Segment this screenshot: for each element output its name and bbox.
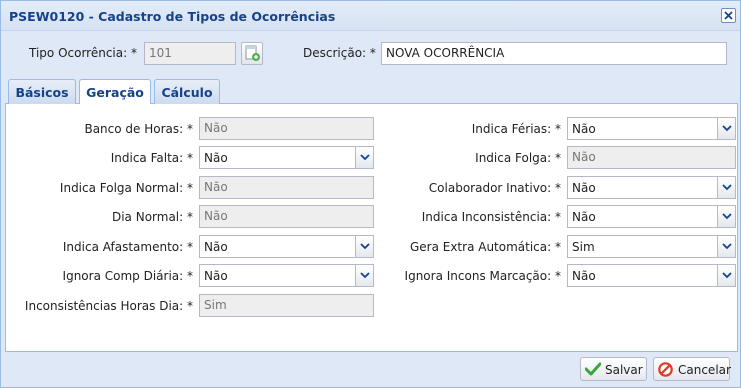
tab-strip: Básicos Geração Cálculo: [5, 77, 738, 105]
banco-de-horas-field[interactable]: Não: [199, 117, 374, 140]
indica-afastamento-value: Não: [204, 240, 228, 254]
dia-normal-label: Dia Normal: *: [111, 210, 193, 224]
dialog-footer: Salvar Cancelar: [1, 352, 740, 387]
colaborador-inativo-label: Colaborador Inativo: *: [428, 181, 561, 195]
colaborador-inativo-select[interactable]: Não: [567, 176, 736, 199]
header-fields: Tipo Ocorrência: * 101 Descrição: * NOVA…: [5, 32, 736, 76]
chevron-down-icon: [360, 243, 370, 250]
ignora-comp-diaria-label: Ignora Comp Diária: *: [62, 269, 193, 283]
dia-normal-field[interactable]: Não: [199, 205, 374, 228]
indica-falta-value: Não: [204, 151, 228, 165]
cancel-button[interactable]: Cancelar: [653, 357, 731, 381]
indica-inconsistencia-value: Não: [572, 210, 596, 224]
indica-falta-select[interactable]: Não: [199, 146, 374, 169]
dialog-title: PSEW0120 - Cadastro de Tipos de Ocorrênc…: [9, 9, 336, 24]
inconsistencias-horas-dia-label: Inconsistências Horas Dia: *: [24, 299, 193, 313]
cancel-icon: [658, 362, 673, 377]
dropdown-trigger[interactable]: [717, 177, 735, 198]
indica-ferias-value: Não: [572, 122, 596, 136]
dropdown-trigger[interactable]: [355, 236, 373, 257]
chevron-down-icon: [360, 272, 370, 279]
indica-ferias-label: Indica Férias: *: [471, 122, 561, 136]
close-button[interactable]: [721, 8, 736, 23]
dropdown-trigger[interactable]: [717, 236, 735, 257]
tipo-ocorrencia-input[interactable]: 101: [144, 42, 236, 65]
chevron-down-icon: [722, 243, 732, 250]
chevron-down-icon: [722, 213, 732, 220]
tab-panel-geracao: Banco de Horas: * Não Indica Falta: * Nã…: [5, 104, 738, 352]
colaborador-inativo-value: Não: [572, 181, 596, 195]
tab-calculo[interactable]: Cálculo: [154, 79, 220, 104]
ignora-comp-diaria-value: Não: [204, 269, 228, 283]
chevron-down-icon: [722, 184, 732, 191]
checkmark-icon: [585, 362, 601, 376]
add-document-icon: [245, 45, 260, 61]
gera-extra-automatica-value: Sim: [572, 240, 595, 254]
save-label: Salvar: [605, 363, 643, 377]
descricao-label: Descrição: *: [303, 46, 376, 60]
ignora-comp-diaria-select[interactable]: Não: [199, 264, 374, 287]
dropdown-trigger[interactable]: [717, 118, 735, 139]
dropdown-trigger[interactable]: [355, 265, 373, 286]
ignora-incons-marcacao-label: Ignora Incons Marcação: *: [404, 269, 561, 283]
indica-folga-label: Indica Folga: *: [475, 151, 561, 165]
tab-geracao[interactable]: Geração: [79, 79, 151, 105]
indica-afastamento-select[interactable]: Não: [199, 235, 374, 258]
dialog-window: PSEW0120 - Cadastro de Tipos de Ocorrênc…: [0, 0, 741, 388]
tipo-ocorrencia-label: Tipo Ocorrência: *: [29, 46, 137, 60]
dropdown-trigger[interactable]: [717, 265, 735, 286]
indica-inconsistencia-label: Indica Inconsistência: *: [421, 210, 561, 224]
indica-folga-normal-field[interactable]: Não: [199, 176, 374, 199]
close-icon: [724, 11, 733, 20]
cancel-label: Cancelar: [678, 363, 731, 377]
gera-extra-automatica-select[interactable]: Sim: [567, 235, 736, 258]
indica-folga-normal-label: Indica Folga Normal: *: [59, 181, 193, 195]
title-bar[interactable]: PSEW0120 - Cadastro de Tipos de Ocorrênc…: [1, 1, 740, 31]
save-button[interactable]: Salvar: [580, 357, 647, 381]
dropdown-trigger[interactable]: [355, 147, 373, 168]
lookup-button[interactable]: [241, 42, 263, 65]
ignora-incons-marcacao-select[interactable]: Não: [567, 264, 736, 287]
descricao-input[interactable]: NOVA OCORRÊNCIA: [381, 42, 727, 65]
ignora-incons-marcacao-value: Não: [572, 269, 596, 283]
dropdown-trigger[interactable]: [717, 206, 735, 227]
indica-falta-label: Indica Falta: *: [110, 151, 193, 165]
inconsistencias-horas-dia-field[interactable]: Sim: [199, 294, 374, 317]
banco-de-horas-label: Banco de Horas: *: [84, 122, 193, 136]
indica-folga-field[interactable]: Não: [567, 146, 736, 169]
chevron-down-icon: [722, 272, 732, 279]
chevron-down-icon: [360, 154, 370, 161]
gera-extra-automatica-label: Gera Extra Automática: *: [409, 240, 561, 254]
indica-ferias-select[interactable]: Não: [567, 117, 736, 140]
tab-basicos[interactable]: Básicos: [8, 79, 76, 104]
indica-afastamento-label: Indica Afastamento: *: [62, 240, 193, 254]
chevron-down-icon: [722, 125, 732, 132]
indica-inconsistencia-select[interactable]: Não: [567, 205, 736, 228]
